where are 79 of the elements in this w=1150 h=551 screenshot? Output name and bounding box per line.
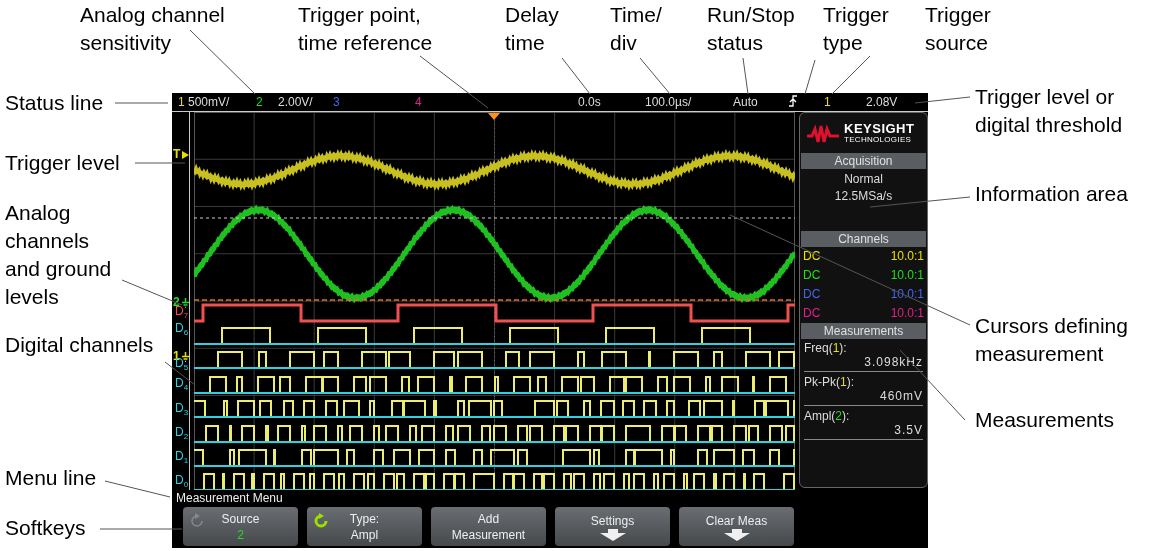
probe-ratio: 10.0:1: [890, 267, 924, 284]
leader-line: [189, 29, 256, 95]
section-header: Measurements: [801, 323, 926, 339]
ground-icon: [182, 352, 189, 362]
callout-label: Analog channels and ground levels: [5, 200, 113, 310]
digital-channel-label: D$_{3}$: [175, 402, 189, 420]
channel-coupling: DC: [803, 248, 821, 265]
leader-line: [804, 59, 816, 95]
callout-label: Trigger level or digital threshold: [975, 84, 1124, 138]
status-value: 0.0s: [578, 95, 602, 109]
leader-line: [914, 96, 971, 104]
trigger-point-icon: [488, 113, 500, 120]
callout-label: Information area: [975, 181, 1128, 207]
softkey[interactable]: Clear Meas: [679, 507, 794, 546]
down-arrow-icon: [723, 528, 750, 541]
status-value: 500mV/: [188, 95, 231, 109]
channel-number: 4: [415, 95, 423, 109]
leader-line: [639, 57, 671, 95]
probe-ratio: 10.0:1: [890, 305, 924, 322]
sample-rate: 12.5MSa/s: [834, 188, 893, 205]
probe-ratio: 10.0:1: [890, 248, 924, 265]
callout-label: Trigger level: [5, 150, 120, 176]
measurement-name: Freq(1):: [804, 341, 848, 355]
leader-line: [104, 480, 171, 498]
leader-line: [134, 162, 186, 164]
leader-line: [831, 55, 871, 95]
digital-channel-label: D$_{4}$: [175, 377, 189, 395]
callout-label: Analog channel sensitivity: [80, 2, 226, 56]
channel-coupling: DC: [803, 267, 821, 284]
digital-channel-label: D$_{0}$: [175, 474, 189, 492]
callout-label: Delay time: [505, 2, 560, 56]
acquisition-mode: Normal: [844, 171, 883, 188]
measurement-value: 460mV: [804, 389, 923, 406]
logo-wave-icon: [806, 123, 840, 145]
section-header: Acquisition: [801, 153, 926, 169]
callout-label: Trigger source: [925, 2, 992, 56]
callout-label: Time/ div: [610, 2, 663, 56]
callout-label: Menu line: [5, 465, 97, 491]
callout-label: Trigger point, time reference: [298, 2, 434, 56]
channel-number: 2: [256, 95, 264, 109]
menu-title: Measurement Menu: [175, 490, 284, 507]
callout-label: Run/Stop status: [707, 2, 796, 56]
digital-channel-label: D$_{1}$: [175, 450, 189, 468]
status-value: 2.08V: [866, 95, 899, 109]
leader-line: [742, 57, 749, 95]
leader-line: [121, 279, 183, 306]
callout-label: Cursors defining measurement: [975, 313, 1129, 367]
measurement-value: 3.5V: [804, 423, 923, 440]
logo-subtitle: TECHNOLOGIES: [844, 134, 913, 145]
probe-ratio: 10.0:1: [890, 286, 924, 303]
rising-edge-icon: [788, 94, 798, 107]
callout-label: Digital channels: [5, 332, 154, 358]
callout-label: Trigger type: [823, 2, 890, 56]
callout-label: Softkeys: [5, 515, 86, 541]
channel-coupling: DC: [803, 305, 821, 322]
callout-label: Status line: [5, 90, 104, 116]
status-value: 2.00V/: [278, 95, 314, 109]
measurement-name: Pk-Pk(1):: [804, 375, 856, 389]
status-value: 100.0µs/: [645, 95, 693, 109]
leader-line: [114, 102, 169, 104]
marker-label: T: [173, 148, 181, 161]
logo-name: KEYSIGHT: [844, 123, 915, 134]
status-value: Auto: [733, 95, 759, 109]
channel-coupling: DC: [803, 286, 821, 303]
measurement-value: 3.098kHz: [804, 355, 923, 372]
digital-channel-label: D$_{2}$: [175, 426, 189, 444]
channel-number: 1: [178, 95, 186, 109]
softkey[interactable]: Source 2: [183, 507, 298, 546]
digital-channel-label: D$_{6}$: [175, 322, 189, 340]
section-header: Channels: [801, 231, 926, 247]
softkey[interactable]: Type: Ampl: [307, 507, 422, 546]
callout-label: Measurements: [975, 407, 1114, 433]
channel-number: 3: [333, 95, 341, 109]
softkey[interactable]: Settings: [555, 507, 670, 546]
down-arrow-icon: [599, 528, 626, 541]
leader-line: [561, 57, 591, 95]
measurement-name: Ampl(2):: [804, 409, 851, 423]
softkey[interactable]: Add Measurement: [431, 507, 546, 546]
channel-number: 1: [824, 95, 832, 109]
